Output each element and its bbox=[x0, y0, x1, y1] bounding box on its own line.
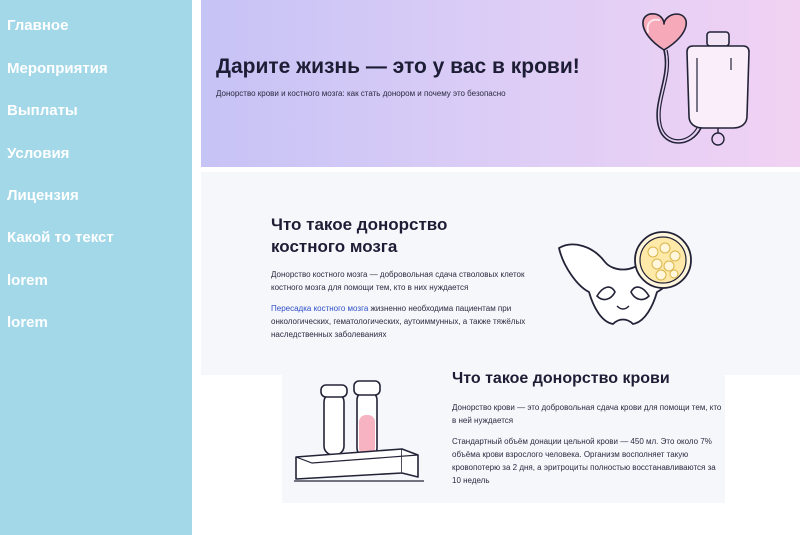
sidebar-item-main[interactable]: Главное bbox=[7, 17, 68, 34]
bone-marrow-transplant-link[interactable]: Пересадка костного мозга bbox=[271, 304, 368, 313]
bone-marrow-paragraph: Донорство костного мозга — добровольная … bbox=[271, 270, 525, 292]
sidebar-item-conditions[interactable]: Условия bbox=[7, 145, 69, 162]
blood-donation-section: Что такое донорство крови Донорство кров… bbox=[282, 370, 725, 503]
sidebar-item-events[interactable]: Мероприятия bbox=[7, 60, 108, 77]
hero-title: Дарите жизнь — это у вас в крови! bbox=[216, 55, 580, 78]
hero-subtitle: Донорство крови и костного мозга: как ст… bbox=[216, 89, 506, 98]
bone-marrow-title: Что такое донорство костного мозга bbox=[271, 215, 448, 256]
sidebar-item-some-text[interactable]: Какой то текст bbox=[7, 229, 114, 246]
bone-marrow-paragraph-2: Пересадка костного мозга жизненно необхо… bbox=[271, 302, 541, 341]
blood-donation-paragraph-2: Стандартный объём донации цельной крови … bbox=[452, 437, 716, 485]
sidebar-item-lorem-2[interactable]: lorem bbox=[7, 314, 48, 331]
sidebar-item-license[interactable]: Лицензия bbox=[7, 187, 79, 204]
test-tubes-icon bbox=[294, 380, 424, 482]
blood-bag-heart-icon bbox=[642, 13, 750, 146]
blood-donation-title: Что такое донорство крови bbox=[452, 370, 670, 387]
hero-banner: Дарите жизнь — это у вас в крови! Донорс… bbox=[201, 0, 800, 167]
sidebar: Главное Мероприятия Выплаты Условия Лице… bbox=[0, 0, 192, 535]
blood-donation-paragraph: Донорство крови — это добровольная сдача… bbox=[452, 403, 722, 425]
pelvis-bone-icon bbox=[558, 231, 692, 325]
sidebar-item-lorem-1[interactable]: lorem bbox=[7, 272, 48, 289]
sidebar-item-payments[interactable]: Выплаты bbox=[7, 102, 78, 119]
bone-marrow-section: Что такое донорство костного мозга Донор… bbox=[201, 172, 800, 375]
